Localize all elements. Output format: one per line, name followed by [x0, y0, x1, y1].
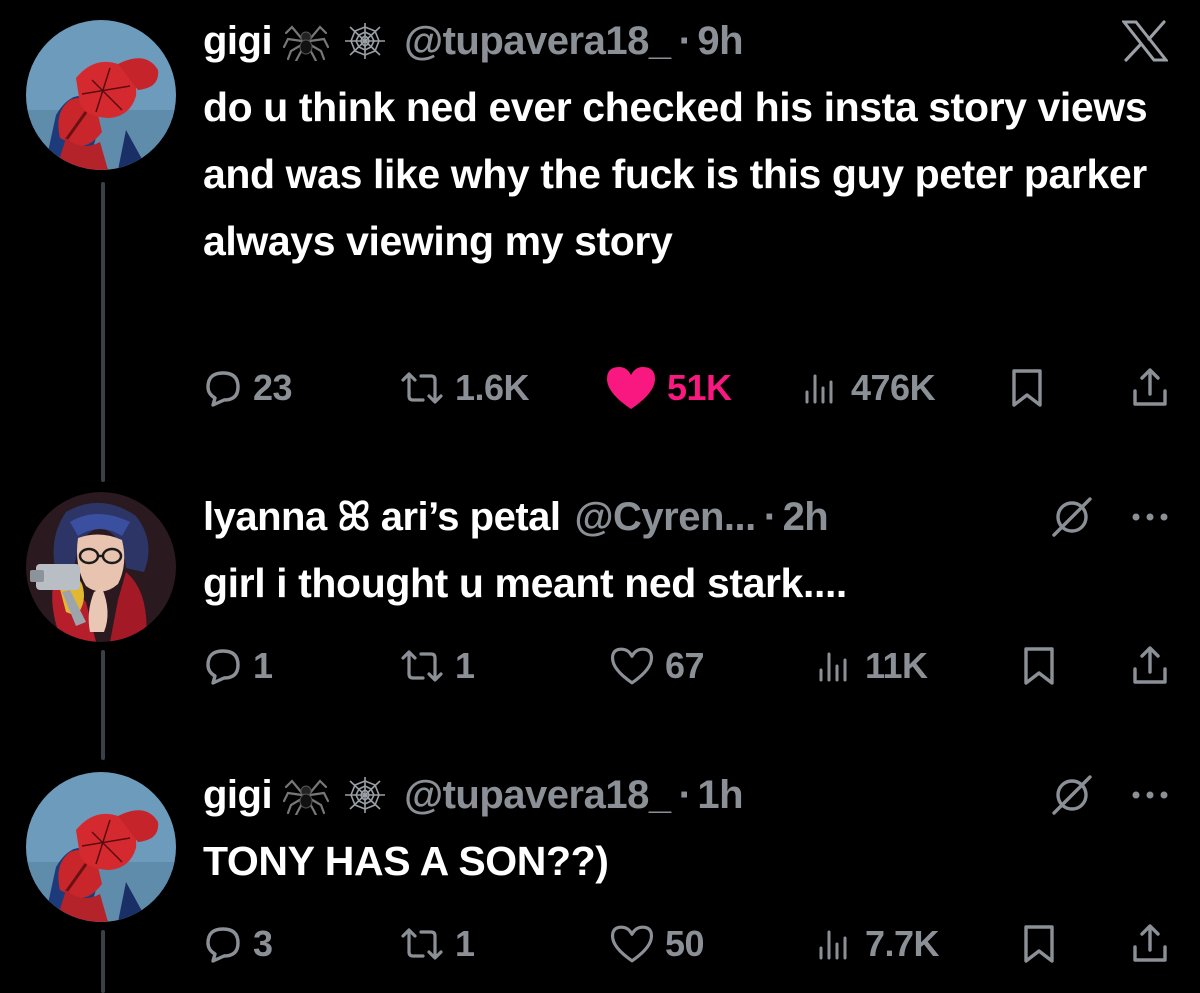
like-count: 67 [665, 645, 705, 686]
tweet-text: girl i thought u meant ned stark.... [203, 560, 847, 606]
share-icon [1133, 924, 1167, 962]
tweet-actions: 3 1 50 7.7K [203, 914, 1170, 974]
like-button[interactable]: 51K [605, 365, 801, 411]
bookmark-button[interactable] [1009, 367, 1071, 409]
bookmark-icon [1012, 369, 1042, 407]
views-count: 7.7K [865, 923, 940, 964]
author-handle[interactable]: @tupavera18_ [404, 19, 671, 64]
avatar[interactable] [26, 772, 176, 922]
tweet-header: gigi [203, 14, 1170, 68]
avatar[interactable] [26, 492, 176, 642]
views-icon [805, 374, 833, 404]
tweet-header: gigi [203, 768, 1170, 822]
tweet-text: do u think ned ever checked his insta st… [203, 84, 1148, 264]
like-button[interactable]: 50 [609, 923, 815, 965]
separator-dot: · [678, 772, 692, 817]
tweet-header: lyanna ꕤ ari’s petal @Cyren... · 2h [203, 490, 1170, 544]
bookmark-icon [1024, 647, 1054, 685]
separator-dot: · [763, 494, 777, 539]
bookmark-button[interactable] [1021, 645, 1083, 687]
tweet[interactable]: gigi [0, 750, 1200, 993]
spider-web-emoji [340, 21, 390, 61]
grok-icon[interactable] [1050, 773, 1094, 817]
separator-dot: · [678, 18, 692, 63]
tweet[interactable]: lyanna ꕤ ari’s petal @Cyren... · 2h girl [0, 470, 1200, 750]
reply-count: 23 [253, 367, 293, 408]
author-handle[interactable]: @Cyren... [575, 495, 757, 540]
tweet-text: TONY HAS A SON??) [203, 838, 609, 884]
share-button[interactable] [1130, 367, 1170, 409]
reply-button[interactable]: 23 [203, 367, 399, 409]
bookmark-button[interactable] [1021, 923, 1083, 965]
share-button[interactable] [1130, 923, 1170, 965]
timestamp[interactable]: 2h [783, 495, 829, 540]
share-icon [1133, 646, 1167, 684]
like-count: 50 [665, 923, 705, 964]
reply-icon [206, 649, 240, 685]
repost-button[interactable]: 1 [399, 645, 609, 687]
tweet-actions: 23 1.6K 51K 476K [203, 358, 1170, 418]
like-button[interactable]: 67 [609, 645, 815, 687]
heart-icon [610, 925, 654, 963]
views-button[interactable]: 476K [801, 367, 1009, 409]
reply-count: 3 [253, 923, 273, 964]
repost-icon [401, 372, 443, 404]
like-count: 51K [667, 367, 732, 408]
spider-emoji [282, 775, 330, 815]
views-button[interactable]: 7.7K [815, 923, 1021, 965]
heart-icon [610, 647, 654, 685]
views-icon [819, 930, 847, 960]
reply-button[interactable]: 3 [203, 923, 399, 965]
timestamp[interactable]: 1h [697, 773, 743, 818]
tweet[interactable]: gigi [0, 0, 1200, 470]
repost-count: 1 [455, 645, 475, 686]
repost-count: 1.6K [455, 367, 530, 408]
reply-button[interactable]: 1 [203, 645, 399, 687]
author-handle[interactable]: @tupavera18_ [404, 773, 671, 818]
views-count: 11K [865, 645, 928, 686]
more-options-icon[interactable] [1130, 511, 1170, 523]
x-logo-icon[interactable] [1122, 20, 1168, 62]
views-count: 476K [851, 367, 936, 408]
reply-icon [206, 371, 240, 407]
repost-button[interactable]: 1 [399, 923, 609, 965]
author-name[interactable]: gigi [203, 773, 273, 818]
spider-web-emoji [340, 775, 390, 815]
author-name[interactable]: lyanna ꕤ ari’s petal [203, 495, 561, 540]
views-button[interactable]: 11K [815, 645, 1021, 687]
views-icon [819, 652, 847, 682]
share-icon [1133, 368, 1167, 406]
repost-count: 1 [455, 923, 475, 964]
bookmark-icon [1024, 925, 1054, 963]
heart-filled-icon [607, 367, 655, 409]
share-button[interactable] [1130, 645, 1170, 687]
repost-icon [401, 650, 443, 682]
author-name[interactable]: gigi [203, 19, 273, 64]
timestamp[interactable]: 9h [697, 19, 743, 64]
repost-icon [401, 928, 443, 960]
reply-count: 1 [253, 645, 273, 686]
avatar[interactable] [26, 20, 176, 170]
repost-button[interactable]: 1.6K [399, 367, 605, 409]
spider-emoji [282, 21, 330, 61]
grok-icon[interactable] [1050, 495, 1094, 539]
tweet-actions: 1 1 67 11K [203, 636, 1170, 696]
reply-icon [206, 927, 240, 963]
more-options-icon[interactable] [1130, 789, 1170, 801]
